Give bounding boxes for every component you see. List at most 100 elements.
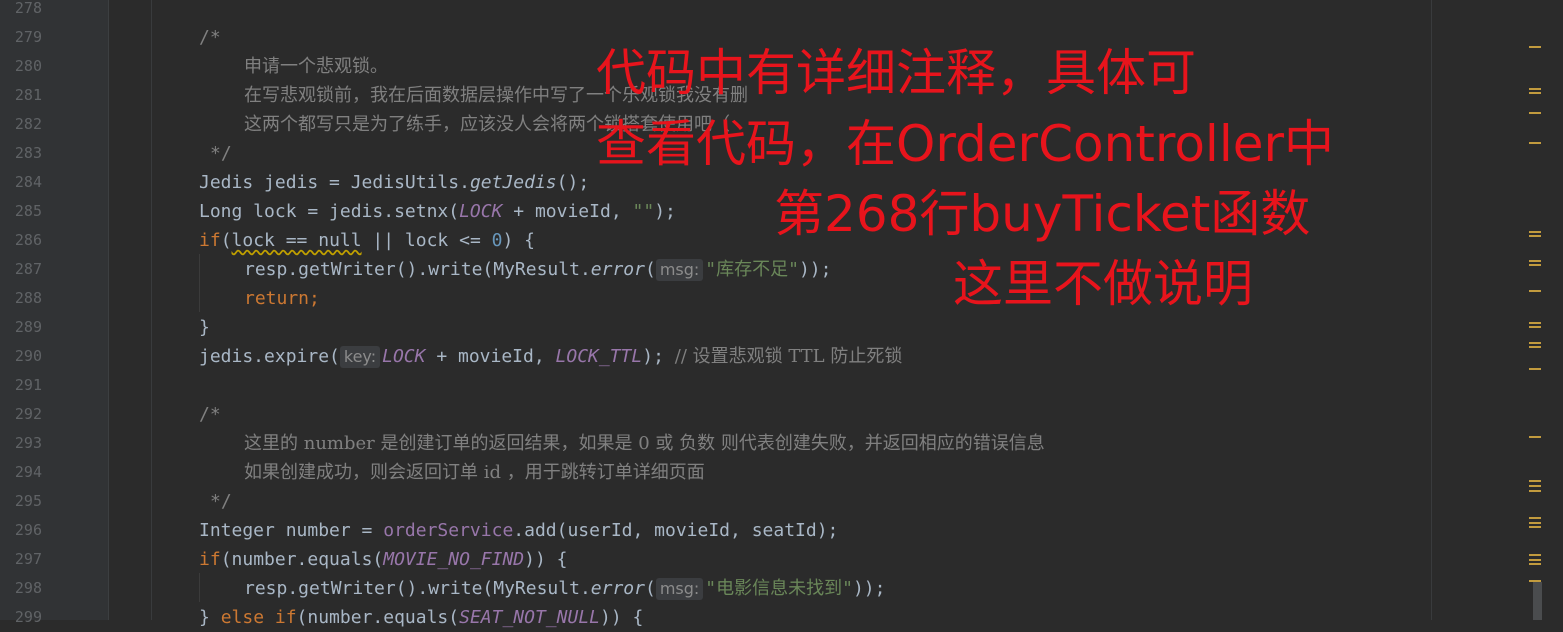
code-line-280[interactable]: 申请一个悲观锁。 <box>244 52 388 81</box>
warning-marker[interactable] <box>1529 559 1541 561</box>
warning-marker[interactable] <box>1529 290 1541 292</box>
line-number: 280 <box>14 57 42 75</box>
code-line-295[interactable]: */ <box>210 487 232 516</box>
comment-token: /* <box>199 404 221 425</box>
indent-guide <box>199 254 200 312</box>
warning-marker[interactable] <box>1529 260 1541 262</box>
line-number: 286 <box>14 231 42 249</box>
line-number: 290 <box>14 347 42 365</box>
code-line-296[interactable]: Integer number = orderService.add(userId… <box>199 516 838 545</box>
warning-marker[interactable] <box>1529 490 1541 492</box>
code-token: jedis.expire( <box>199 346 340 367</box>
right-margin-line <box>1431 0 1432 620</box>
warning-marker[interactable] <box>1529 112 1541 114</box>
code-token: Jedis jedis = JedisUtils. <box>199 172 470 193</box>
code-line-285[interactable]: Long lock = jedis.setnx(LOCK + movieId, … <box>199 197 676 226</box>
line-number: 297 <box>14 550 42 568</box>
warning-marker[interactable] <box>1529 231 1541 233</box>
code-line-283[interactable]: */ <box>210 139 232 168</box>
scrollbar-thumb[interactable] <box>1533 582 1542 620</box>
line-number: 293 <box>14 434 42 452</box>
method-token: getJedis <box>469 172 557 193</box>
comment-token: */ <box>210 491 232 512</box>
parameter-hint: msg: <box>655 259 704 281</box>
warning-marker[interactable] <box>1529 322 1541 324</box>
warning-marker[interactable] <box>1529 480 1541 482</box>
code-line-294[interactable]: 如果创建成功，则会返回订单 id ，用于跳转订单详细页面 <box>244 458 705 487</box>
line-number: 296 <box>14 521 42 539</box>
line-number: 285 <box>14 202 42 220</box>
keyword-token: if <box>199 230 221 251</box>
code-line-288[interactable]: return; <box>244 284 320 313</box>
code-line-293[interactable]: 这里的 number 是创建订单的返回结果，如果是 0 或 负数 则代表创建失败… <box>244 429 1045 458</box>
warning-marker[interactable] <box>1529 554 1541 556</box>
constant-token: LOCK <box>382 346 426 367</box>
warning-marker[interactable] <box>1529 46 1541 48</box>
code-token: } <box>199 607 221 628</box>
warning-marker[interactable] <box>1529 92 1541 94</box>
line-number: 289 <box>14 318 42 336</box>
code-line-292[interactable]: /* <box>199 400 221 429</box>
line-number: 278 <box>14 0 42 17</box>
code-token: + movieId, <box>502 201 633 222</box>
line-number: 283 <box>14 144 42 162</box>
warning-marker[interactable] <box>1529 342 1541 344</box>
line-number: 298 <box>14 579 42 597</box>
line-number: 281 <box>14 86 42 104</box>
comment-token: 如果创建成功，则会返回订单 id ，用于跳转订单详细页面 <box>244 462 705 483</box>
code-line-299[interactable]: } else if(number.equals(SEAT_NOT_NULL)) … <box>199 603 643 632</box>
comment-token: 申请一个悲观锁。 <box>244 56 388 77</box>
code-token: ( <box>220 230 232 251</box>
line-number: 284 <box>14 173 42 191</box>
code-line-286[interactable]: if(lock == null || lock <= 0) { <box>199 226 535 255</box>
warning-marker[interactable] <box>1529 326 1541 328</box>
warning-marker[interactable] <box>1529 368 1541 370</box>
line-number: 282 <box>14 115 42 133</box>
code-token: ( <box>644 259 656 280</box>
line-number: 292 <box>14 405 42 423</box>
code-line-289[interactable]: } <box>199 313 210 342</box>
code-token: (number.equals( <box>220 549 384 570</box>
indent-fold-line <box>151 0 152 620</box>
warning-marker[interactable] <box>1529 526 1541 528</box>
line-number: 279 <box>14 28 42 46</box>
code-token: (number.equals( <box>296 607 460 628</box>
comment-token: // 设置悲观锁 TTL 防止死锁 <box>674 346 903 367</box>
warning-marker[interactable] <box>1529 264 1541 266</box>
code-line-297[interactable]: if(number.equals(MOVIE_NO_FIND)) { <box>199 545 568 574</box>
warning-token[interactable]: lock == null <box>232 230 362 251</box>
code-token: + movieId, <box>425 346 556 367</box>
code-line-279[interactable]: /* <box>199 23 221 52</box>
code-line-298[interactable]: resp.getWriter().write(MyResult.error(ms… <box>244 574 885 603</box>
warning-marker[interactable] <box>1529 235 1541 237</box>
warning-marker[interactable] <box>1529 88 1541 90</box>
warning-marker[interactable] <box>1529 142 1541 144</box>
warning-marker[interactable] <box>1529 346 1541 348</box>
warning-marker[interactable] <box>1529 436 1541 438</box>
constant-token: LOCK_TTL <box>555 346 643 367</box>
code-token: .add(userId, movieId, seatId); <box>513 520 839 541</box>
code-token: resp.getWriter().write(MyResult. <box>244 578 591 599</box>
code-line-284[interactable]: Jedis jedis = JedisUtils.getJedis(); <box>199 168 589 197</box>
warning-marker[interactable] <box>1529 517 1541 519</box>
warning-marker[interactable] <box>1529 522 1541 524</box>
code-line-290[interactable]: jedis.expire(key: LOCK + movieId, LOCK_TT… <box>199 342 902 371</box>
warning-marker[interactable] <box>1529 563 1541 565</box>
parameter-hint: key: <box>339 346 381 368</box>
method-token: error <box>590 578 645 599</box>
annotation-line-4: 这里不做说明 <box>953 255 1253 313</box>
code-token: ); <box>654 201 676 222</box>
code-line-287[interactable]: resp.getWriter().write(MyResult.error(ms… <box>244 255 831 284</box>
warning-marker[interactable] <box>1529 485 1541 487</box>
code-token: ; <box>309 288 320 309</box>
string-token: "库存不足" <box>705 259 799 280</box>
constant-token: LOCK <box>459 201 503 222</box>
code-token: resp.getWriter().write(MyResult. <box>244 259 591 280</box>
keyword-token: return <box>244 288 310 309</box>
code-token: )); <box>852 578 886 599</box>
line-number: 295 <box>14 492 42 510</box>
code-token: Long lock = jedis.setnx( <box>199 201 460 222</box>
line-number: 291 <box>14 376 42 394</box>
code-token: (); <box>556 172 590 193</box>
annotation-line-3: 第268行buyTicket函数 <box>774 185 1311 243</box>
